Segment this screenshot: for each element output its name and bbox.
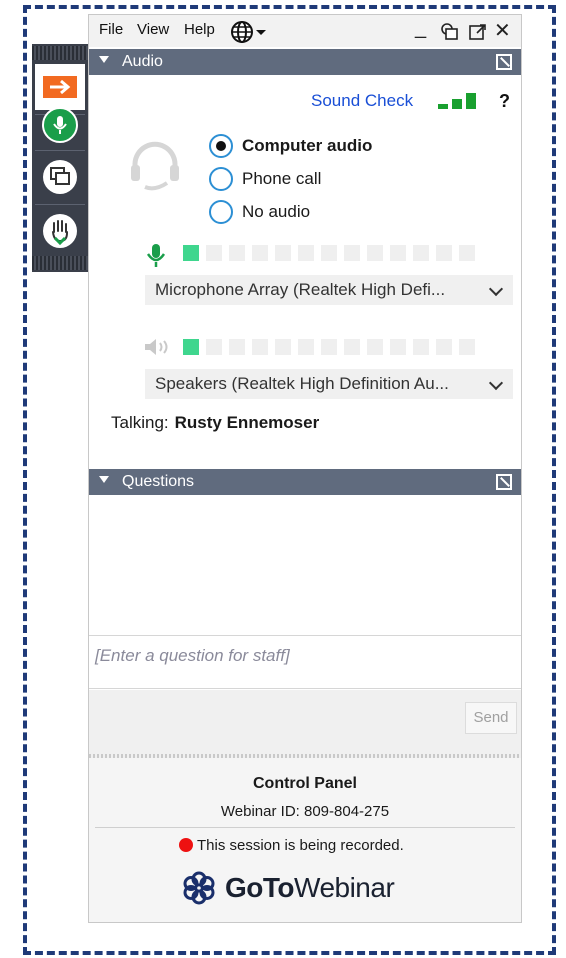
send-button[interactable]: Send [465, 702, 517, 734]
minimize-button[interactable]: _ [415, 17, 426, 40]
radio-button[interactable] [209, 167, 233, 191]
menu-view[interactable]: View [137, 21, 169, 38]
restore-button[interactable] [441, 23, 459, 46]
pop-out-icon[interactable] [496, 54, 512, 70]
microphone-select[interactable]: Microphone Array (Realtek High Defi... [145, 275, 513, 305]
sound-check-link[interactable]: Sound Check [311, 91, 413, 111]
chevron-down-icon [488, 281, 504, 297]
radio-button[interactable] [209, 134, 233, 158]
globe-icon [231, 21, 266, 43]
toolbar-divider [35, 150, 85, 151]
talking-name: Rusty Ennemoser [174, 413, 320, 432]
radio-label: No audio [242, 202, 311, 221]
raise-hand-button[interactable] [35, 208, 85, 254]
headset-icon [131, 141, 179, 191]
arrow-right-icon [43, 76, 77, 98]
radio-selected-dot [216, 141, 226, 151]
pop-out-icon [469, 24, 486, 40]
webinar-id: Webinar ID: 809-804-275 [220, 803, 390, 820]
speaker-select-value: Speakers (Realtek High Definition Au... [155, 374, 449, 393]
recording-text: This session is being recorded. [197, 837, 404, 854]
restore-icon [441, 23, 458, 40]
question-input[interactable]: [Enter a question for staff] [89, 635, 521, 689]
pop-out-icon[interactable] [496, 474, 512, 490]
talking-label: Talking: [111, 413, 169, 432]
screen-share-icon [43, 160, 77, 194]
toolbar-grip-top[interactable] [32, 46, 88, 60]
control-panel-footer: Control Panel Webinar ID: 809-804-275 Th… [89, 758, 521, 922]
side-toolbar [32, 44, 88, 272]
questions-section-title: Questions [122, 473, 195, 490]
signal-bars-icon [438, 93, 480, 109]
microphone-button[interactable] [35, 102, 85, 148]
help-button[interactable]: ? [499, 91, 510, 112]
close-button[interactable]: ✕ [494, 18, 511, 43]
speaker-icon [145, 339, 168, 355]
footer-divider [95, 827, 515, 828]
pop-out-button[interactable] [469, 23, 487, 46]
radio-label: Phone call [242, 169, 322, 188]
brand-name: GoToWebinar [225, 872, 395, 904]
menu-help[interactable]: Help [184, 21, 215, 38]
questions-section-header[interactable]: Questions [89, 469, 521, 495]
language-menu-button[interactable] [231, 20, 269, 49]
menu-file[interactable]: File [99, 21, 123, 38]
talking-indicator: Talking: Rusty Ennemoser [111, 413, 319, 433]
brand-regular: Webinar [294, 872, 395, 903]
recording-dot-icon [179, 838, 193, 852]
toolbar-grip-bottom[interactable] [32, 256, 88, 270]
send-row: Send [89, 690, 521, 754]
collapse-triangle-icon [99, 476, 109, 483]
audio-section-title: Audio [122, 53, 163, 70]
audio-section-header[interactable]: Audio [89, 49, 521, 75]
microphone-select-value: Microphone Array (Realtek High Defi... [155, 280, 446, 299]
microphone-icon [42, 107, 78, 143]
menu-bar: File View Help _ ✕ [89, 15, 521, 47]
gotowebinar-logo: GoToWebinar [181, 870, 395, 906]
chevron-down-icon [488, 375, 504, 391]
microphone-icon [146, 244, 166, 267]
screen-share-button[interactable] [35, 154, 85, 200]
raise-hand-icon [43, 214, 77, 248]
toolbar-divider [35, 204, 85, 205]
brand-bold: GoTo [225, 872, 295, 903]
radio-button[interactable] [209, 200, 233, 224]
gotowebinar-flower-icon [183, 871, 215, 905]
collapse-triangle-icon [99, 56, 109, 63]
control-panel: File View Help _ ✕ Audio Sound Check ? C… [88, 14, 522, 923]
speaker-select[interactable]: Speakers (Realtek High Definition Au... [145, 369, 513, 399]
radio-label: Computer audio [242, 136, 373, 155]
recording-notice: This session is being recorded. [179, 837, 404, 854]
control-panel-title: Control Panel [252, 775, 357, 792]
questions-log[interactable] [89, 496, 521, 634]
